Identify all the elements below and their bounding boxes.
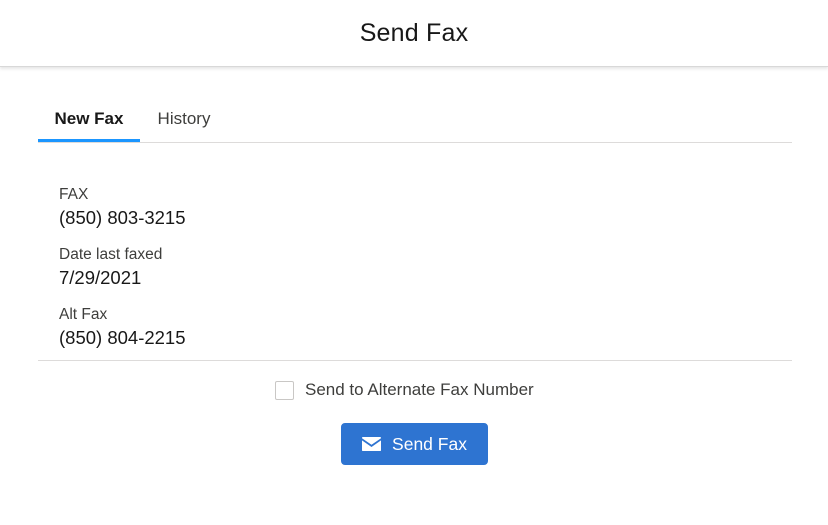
date-last-faxed-value: 7/29/2021 xyxy=(59,267,142,288)
tab-history[interactable]: History xyxy=(140,96,228,142)
envelope-icon xyxy=(362,437,382,451)
tab-new-fax[interactable]: New Fax xyxy=(38,96,140,142)
alt-fax-value: (850) 804-2215 xyxy=(59,327,186,348)
page-title: Send Fax xyxy=(359,18,469,47)
fax-label: FAX xyxy=(59,186,89,203)
section-divider xyxy=(38,360,792,361)
fax-field: FAX (850) 803-3215 xyxy=(59,185,186,231)
send-fax-button[interactable]: Send Fax xyxy=(341,423,488,465)
alternate-fax-checkbox[interactable] xyxy=(275,380,294,400)
alt-fax-label: Alt Fax xyxy=(59,306,108,323)
tab-bar: New Fax History xyxy=(38,96,792,143)
alternate-fax-option[interactable]: Send to Alternate Fax Number xyxy=(275,380,534,400)
modal-header: Send Fax xyxy=(0,0,828,67)
date-last-faxed-field: Date last faxed 7/29/2021 xyxy=(59,245,162,291)
send-fax-button-label: Send Fax xyxy=(392,433,467,454)
fax-value: (850) 803-3215 xyxy=(59,207,186,228)
alternate-fax-checkbox-label[interactable]: Send to Alternate Fax Number xyxy=(305,380,534,400)
alt-fax-field: Alt Fax (850) 804-2215 xyxy=(59,305,186,351)
date-last-faxed-label: Date last faxed xyxy=(59,246,163,263)
